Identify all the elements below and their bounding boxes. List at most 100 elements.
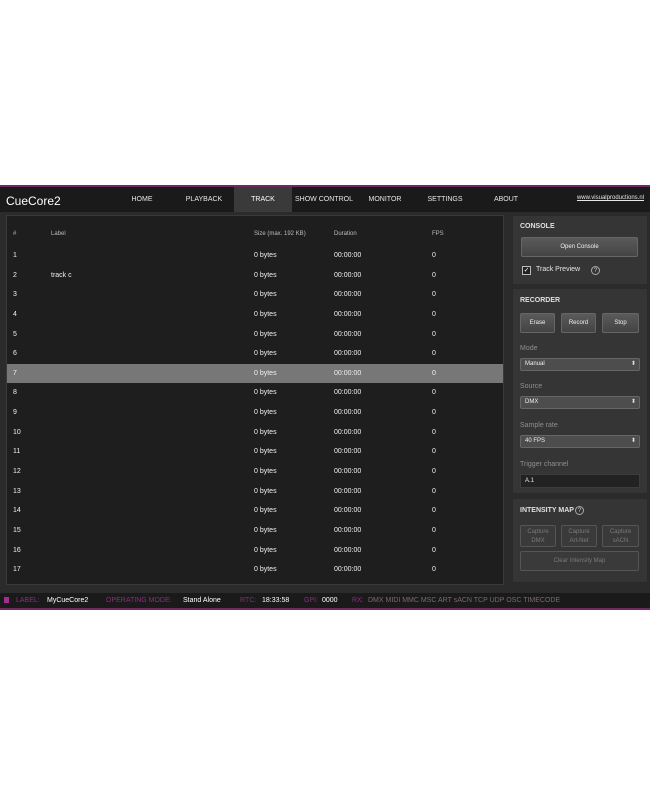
nav-settings[interactable]: SETTINGS [414, 187, 476, 212]
status-label-key: LABEL: [16, 597, 40, 604]
trigger-channel-label: Trigger channel [520, 461, 569, 468]
help-icon[interactable]: ? [591, 266, 600, 275]
row-duration: 00:00:00 [334, 428, 362, 436]
status-rtc-key: RTC: [240, 597, 257, 604]
capture-sacn-line2: sACN [612, 538, 629, 544]
source-label: Source [520, 383, 543, 390]
capture-artnet-line1: Capture [568, 529, 590, 535]
row-size: 0 bytes [254, 546, 277, 554]
open-console-button[interactable]: Open Console [521, 237, 638, 257]
dropdown-arrow-icon: ⬍ [630, 361, 636, 367]
nav-playback[interactable]: PLAYBACK [174, 187, 234, 212]
row-fps: 0 [432, 448, 436, 456]
row-size: 0 bytes [254, 389, 277, 397]
row-duration: 00:00:00 [334, 271, 362, 279]
table-row[interactable]: 9 0 bytes 00:00:00 0 [7, 403, 503, 423]
cuecore-web-app: CueCore2 HOME PLAYBACK TRACK SHOW CONTRO… [0, 185, 650, 610]
record-button[interactable]: Record [561, 313, 596, 333]
header-label: Label [51, 231, 66, 237]
row-fps: 0 [432, 389, 436, 397]
table-row[interactable]: 5 0 bytes 00:00:00 0 [7, 325, 503, 345]
source-value: DMX [525, 399, 539, 405]
status-indicator [4, 597, 9, 603]
row-number: 15 [13, 526, 21, 534]
nav-show-control[interactable]: SHOW CONTROL [292, 187, 356, 212]
status-rx-protocols: DMX MIDI MMC MSC ART sACN TCP UDP OSC TI… [368, 597, 561, 604]
nav-about[interactable]: ABOUT [476, 187, 536, 212]
table-row[interactable]: 4 0 bytes 00:00:00 0 [7, 305, 503, 325]
row-duration: 00:00:00 [334, 526, 362, 534]
row-size: 0 bytes [254, 291, 277, 299]
capture-dmx-line2: DMX [531, 538, 545, 544]
table-row[interactable]: 15 0 bytes 00:00:00 0 [7, 521, 503, 541]
table-row[interactable]: 2 track c 0 bytes 00:00:00 0 [7, 266, 503, 286]
table-row[interactable]: 6 0 bytes 00:00:00 0 [7, 344, 503, 364]
table-row[interactable]: 17 0 bytes 00:00:00 0 [7, 560, 503, 580]
row-size: 0 bytes [254, 310, 277, 318]
sample-rate-value: 40 FPS [525, 438, 546, 444]
status-label-value: MyCueCore2 [47, 597, 89, 604]
row-number: 10 [13, 428, 21, 436]
source-select[interactable]: DMX ⬍ [520, 396, 640, 409]
row-duration: 00:00:00 [334, 389, 362, 397]
row-fps: 0 [432, 409, 436, 417]
row-fps: 0 [432, 487, 436, 495]
sample-rate-select[interactable]: 40 FPS ⬍ [520, 435, 640, 448]
row-size: 0 bytes [254, 428, 277, 436]
mode-value: Manual [525, 361, 545, 367]
clear-intensity-map-button[interactable]: Clear Intensity Map [520, 551, 639, 571]
capture-artnet-line2: Art-Net [569, 538, 589, 544]
row-number: 4 [13, 310, 17, 318]
row-size: 0 bytes [254, 252, 277, 259]
table-row[interactable]: 10 0 bytes 00:00:00 0 [7, 423, 503, 443]
header-number: # [13, 231, 17, 237]
row-fps: 0 [432, 291, 436, 299]
row-duration: 00:00:00 [334, 507, 362, 515]
row-fps: 0 [432, 252, 436, 259]
header-duration: Duration [334, 231, 357, 237]
row-number: 14 [13, 507, 21, 515]
row-duration: 00:00:00 [334, 487, 362, 495]
table-row[interactable]: 8 0 bytes 00:00:00 0 [7, 383, 503, 403]
capture-artnet-button[interactable]: Capture Art-Net [561, 525, 597, 547]
help-icon[interactable]: ? [575, 506, 584, 515]
row-fps: 0 [432, 507, 436, 515]
row-number: 8 [13, 389, 17, 397]
nav-home[interactable]: HOME [110, 187, 174, 212]
table-row[interactable]: 3 0 bytes 00:00:00 0 [7, 285, 503, 305]
track-preview-label: Track Preview [536, 266, 581, 273]
row-duration: 00:00:00 [334, 369, 362, 377]
row-fps: 0 [432, 310, 436, 318]
table-body: 1 0 bytes 00:00:00 0 2 track c 0 bytes 00:00:00… [7, 246, 503, 580]
status-rtc-value: 18:33:58 [262, 597, 290, 604]
table-row[interactable]: 11 0 bytes 00:00:00 0 [7, 442, 503, 462]
table-row[interactable]: 14 0 bytes 00:00:00 0 [7, 501, 503, 521]
checkmark-icon: ✓ [523, 267, 530, 274]
row-size: 0 bytes [254, 507, 277, 515]
row-fps: 0 [432, 369, 436, 377]
nav-track[interactable]: TRACK [234, 187, 292, 212]
row-fps: 0 [432, 330, 436, 338]
table-row[interactable]: 7 0 bytes 00:00:00 0 [7, 363, 503, 384]
row-fps: 0 [432, 546, 436, 554]
nav-monitor[interactable]: MONITOR [356, 187, 414, 212]
stop-button[interactable]: Stop [602, 313, 639, 333]
table-row[interactable]: 1 0 bytes 00:00:00 0 [7, 246, 503, 266]
track-preview-checkbox[interactable]: ✓ [522, 266, 531, 275]
mode-label: Mode [520, 345, 538, 352]
capture-sacn-button[interactable]: Capture sACN [602, 525, 639, 547]
trigger-channel-input[interactable]: A.1 [520, 474, 640, 488]
table-row[interactable]: 12 0 bytes 00:00:00 0 [7, 462, 503, 482]
mode-select[interactable]: Manual ⬍ [520, 358, 640, 371]
table-row[interactable]: 13 0 bytes 00:00:00 0 [7, 482, 503, 502]
dropdown-arrow-icon: ⬍ [630, 399, 636, 405]
row-size: 0 bytes [254, 448, 277, 456]
capture-dmx-button[interactable]: Capture DMX [520, 525, 556, 547]
top-nav-bar: CueCore2 HOME PLAYBACK TRACK SHOW CONTRO… [0, 185, 650, 212]
capture-sacn-line1: Capture [609, 529, 632, 535]
capture-dmx-line1: Capture [527, 529, 549, 535]
erase-button[interactable]: Erase [520, 313, 555, 333]
recorder-panel: RECORDER Erase Record Stop Mode Manual ⬍… [512, 288, 648, 494]
website-link[interactable]: www.visualproductions.nl [577, 195, 644, 201]
table-row[interactable]: 16 0 bytes 00:00:00 0 [7, 541, 503, 561]
